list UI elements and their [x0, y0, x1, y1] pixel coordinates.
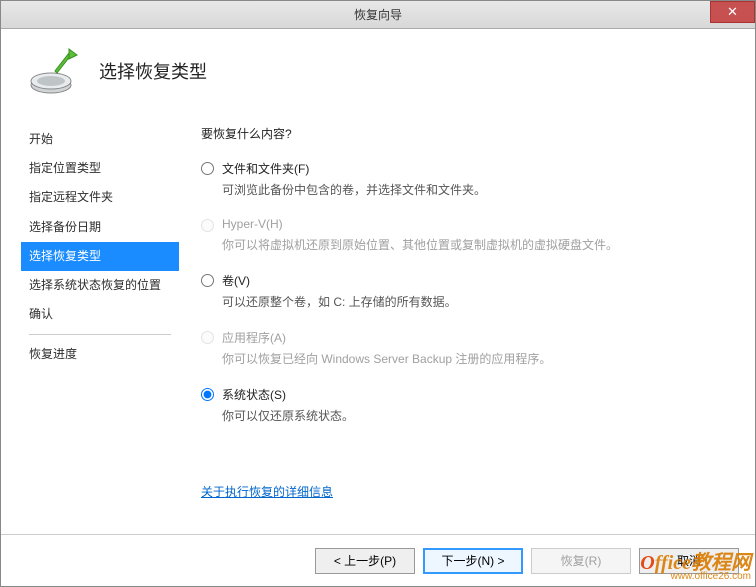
option-label-files: 文件和文件夹(F): [222, 160, 309, 177]
option-volumes[interactable]: 卷(V): [201, 272, 717, 289]
titlebar: 恢复向导 ✕: [1, 1, 755, 29]
option-files[interactable]: 文件和文件夹(F): [201, 160, 717, 177]
option-label-volumes: 卷(V): [222, 272, 250, 289]
option-label-hyperv: Hyper-V(H): [222, 217, 283, 231]
sidebar-step-3[interactable]: 选择备份日期: [21, 213, 179, 242]
option-desc-volumes: 可以还原整个卷，如 C: 上存储的所有数据。: [222, 293, 717, 311]
option-label-sysstate: 系统状态(S): [222, 386, 286, 403]
main-prompt: 要恢复什么内容?: [201, 125, 717, 142]
option-desc-files: 可浏览此备份中包含的卷，并选择文件和文件夹。: [222, 181, 717, 199]
option-radio-sysstate[interactable]: [201, 388, 214, 401]
wizard-body: 开始指定位置类型指定远程文件夹选择备份日期选择恢复类型选择系统状态恢复的位置确认…: [1, 105, 755, 500]
restore-wizard-icon: [29, 47, 81, 95]
recover-button: 恢复(R): [531, 548, 631, 574]
sidebar-step-5[interactable]: 选择系统状态恢复的位置: [21, 271, 179, 300]
next-button[interactable]: 下一步(N) >: [423, 548, 523, 574]
option-radio-files[interactable]: [201, 162, 214, 175]
sidebar-step-1[interactable]: 指定位置类型: [21, 154, 179, 183]
option-sysstate[interactable]: 系统状态(S): [201, 386, 717, 403]
close-button[interactable]: ✕: [710, 1, 755, 23]
wizard-footer: < 上一步(P) 下一步(N) > 恢复(R) 取消: [1, 534, 755, 586]
sidebar-step-0[interactable]: 开始: [21, 125, 179, 154]
page-title: 选择恢复类型: [99, 58, 207, 84]
option-radio-volumes[interactable]: [201, 274, 214, 287]
sidebar-post-step-0[interactable]: 恢复进度: [21, 340, 179, 369]
close-icon: ✕: [727, 4, 738, 20]
option-apps: 应用程序(A): [201, 329, 717, 346]
sidebar-step-4[interactable]: 选择恢复类型: [21, 242, 179, 271]
option-hyperv: Hyper-V(H): [201, 217, 717, 232]
option-desc-apps: 你可以恢复已经向 Windows Server Backup 注册的应用程序。: [222, 350, 717, 368]
details-link[interactable]: 关于执行恢复的详细信息: [201, 483, 333, 500]
wizard-header: 选择恢复类型: [1, 29, 755, 105]
sidebar-step-6[interactable]: 确认: [21, 300, 179, 329]
option-radio-hyperv: [201, 219, 214, 232]
option-desc-hyperv: 你可以将虚拟机还原到原始位置、其他位置或复制虚拟机的虚拟硬盘文件。: [222, 236, 717, 254]
sidebar-step-2[interactable]: 指定远程文件夹: [21, 183, 179, 212]
window-title: 恢复向导: [354, 6, 402, 23]
option-label-apps: 应用程序(A): [222, 329, 286, 346]
step-sidebar: 开始指定位置类型指定远程文件夹选择备份日期选择恢复类型选择系统状态恢复的位置确认…: [11, 115, 179, 500]
main-panel: 要恢复什么内容? 文件和文件夹(F) 可浏览此备份中包含的卷，并选择文件和文件夹。…: [179, 115, 745, 500]
prev-button[interactable]: < 上一步(P): [315, 548, 415, 574]
option-desc-sysstate: 你可以仅还原系统状态。: [222, 407, 717, 425]
sidebar-separator: [29, 334, 171, 335]
cancel-button[interactable]: 取消: [639, 548, 739, 574]
option-radio-apps: [201, 331, 214, 344]
